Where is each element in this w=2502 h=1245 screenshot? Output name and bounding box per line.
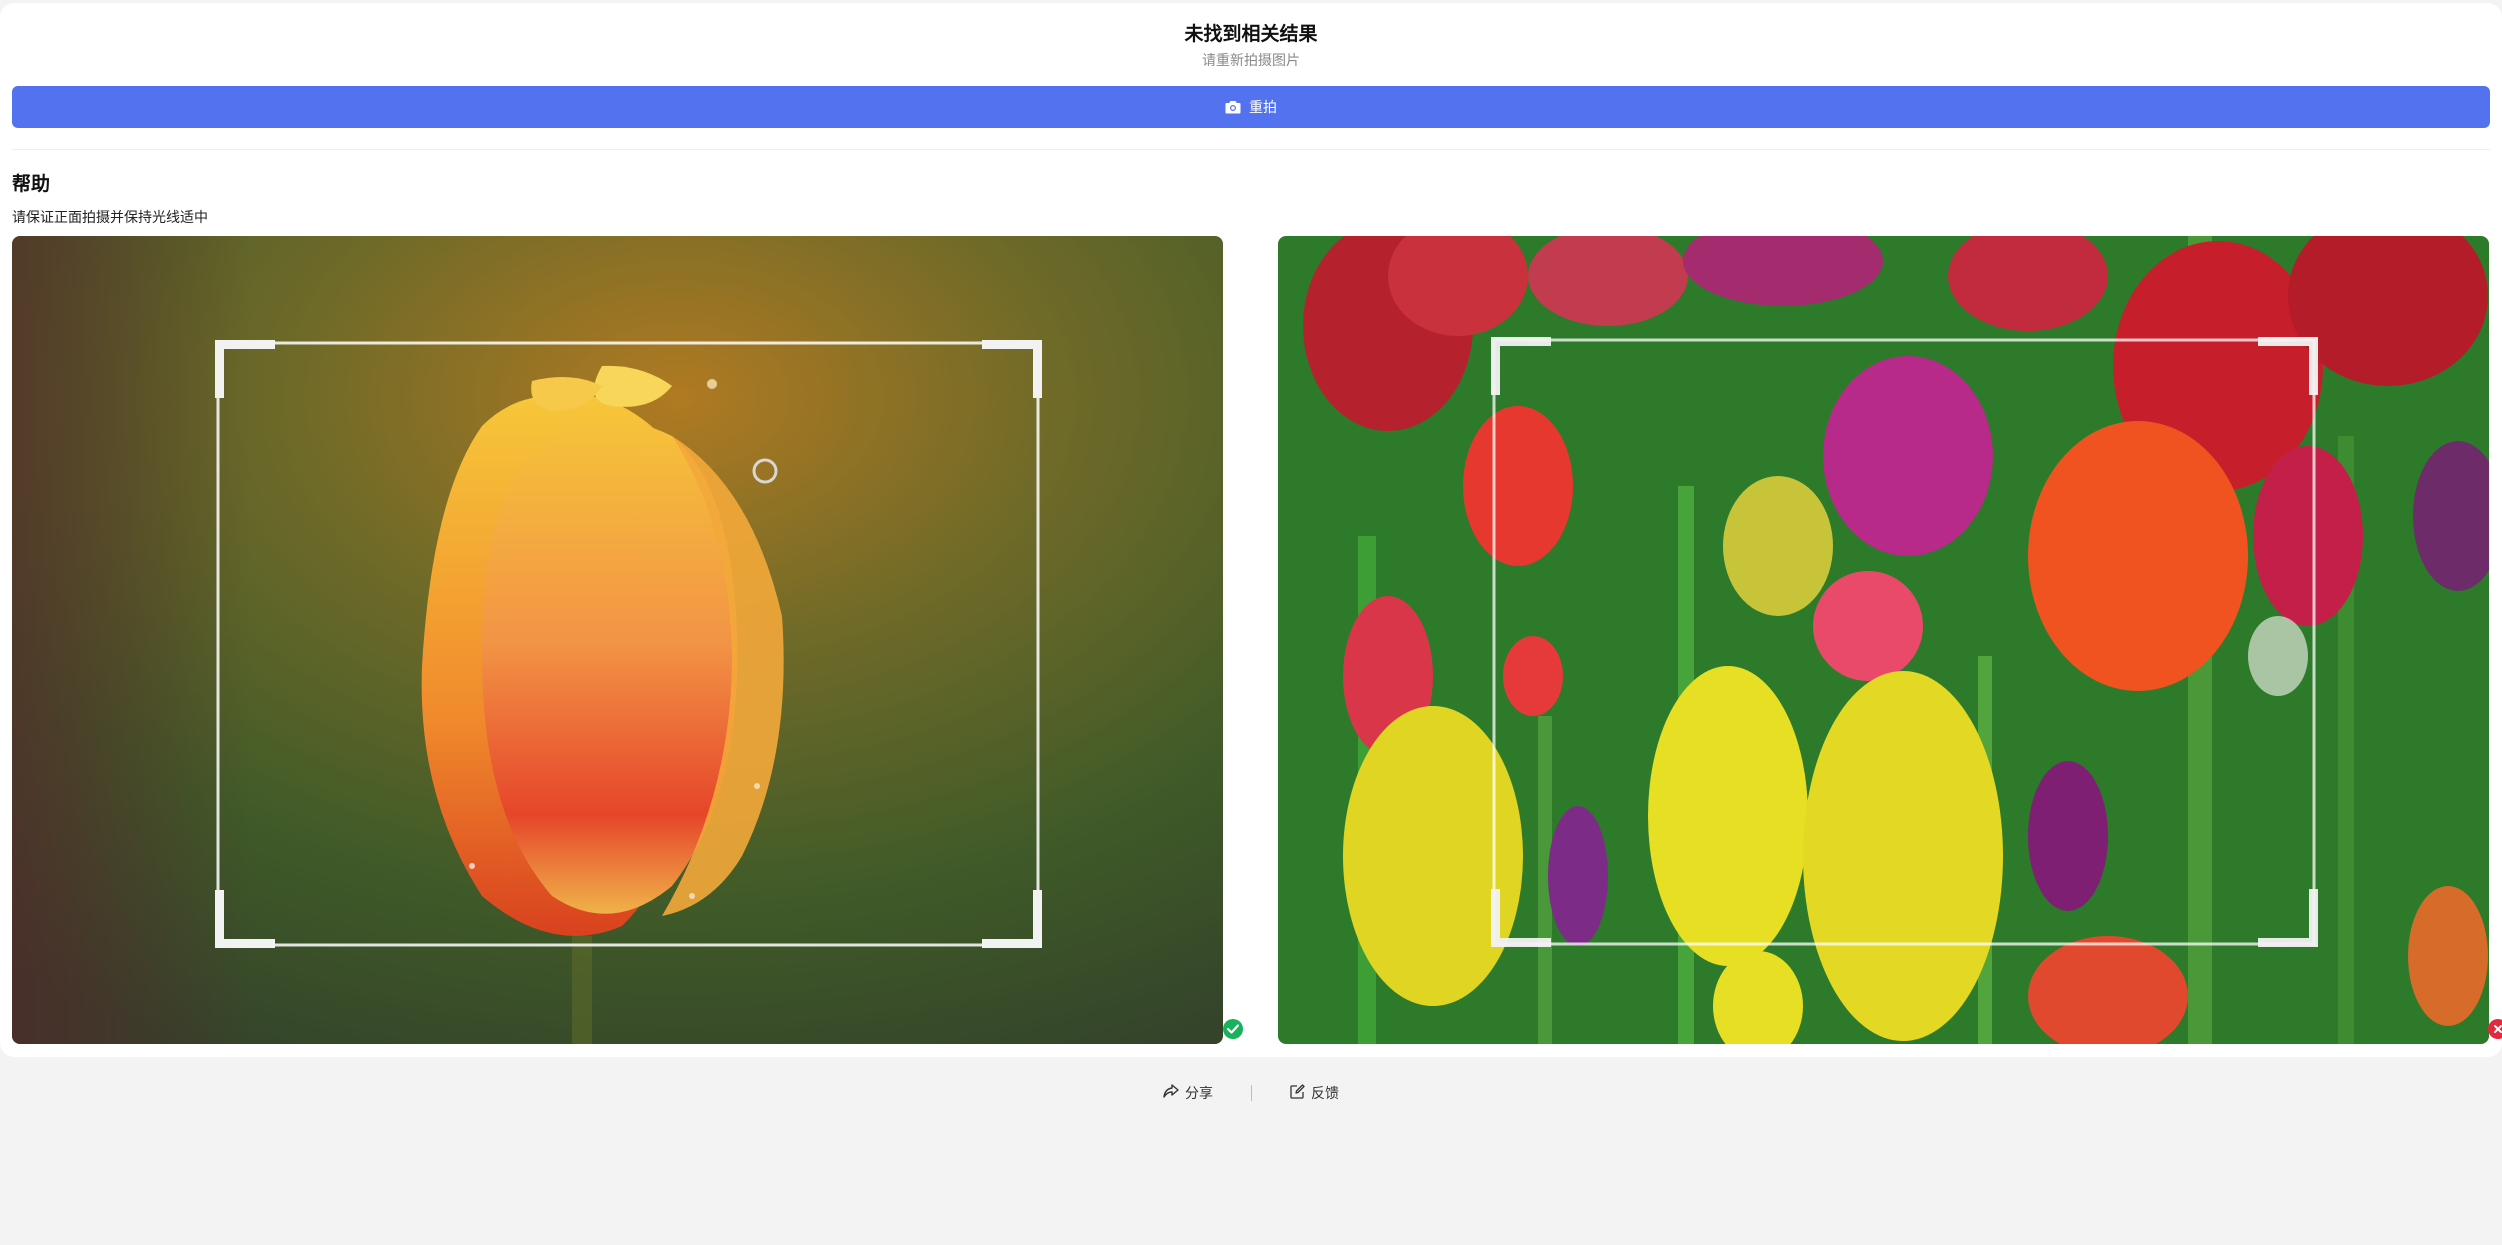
- bad-example-photo: [1278, 236, 2489, 1044]
- result-subtitle: 请重新拍摄图片: [1202, 53, 1300, 69]
- footer-divider: [1251, 1085, 1252, 1101]
- footer: 分享 反馈: [0, 1083, 2502, 1103]
- feedback-button[interactable]: 反馈: [1290, 1083, 1339, 1103]
- good-example-photo: [12, 236, 1223, 1044]
- check-circle-icon: [1223, 1019, 1243, 1039]
- help-description: 请保证正面拍摄并保持光线适中: [12, 210, 208, 226]
- result-title: 未找到相关结果: [1184, 23, 1318, 45]
- result-card: 未找到相关结果 请重新拍摄图片 重拍 帮助 请保证正面拍摄并保持光线适中: [0, 3, 2502, 1057]
- camera-icon: [1225, 100, 1241, 114]
- feedback-label: 反馈: [1311, 1086, 1339, 1102]
- edit-icon: [1290, 1083, 1305, 1103]
- share-button[interactable]: 分享: [1163, 1083, 1213, 1103]
- retake-button-label: 重拍: [1249, 100, 1277, 116]
- retake-button[interactable]: 重拍: [12, 86, 2490, 128]
- share-icon: [1163, 1084, 1179, 1102]
- share-label: 分享: [1185, 1086, 1213, 1102]
- divider: [12, 149, 2490, 150]
- close-circle-icon: [2488, 1019, 2502, 1039]
- help-title: 帮助: [12, 173, 51, 195]
